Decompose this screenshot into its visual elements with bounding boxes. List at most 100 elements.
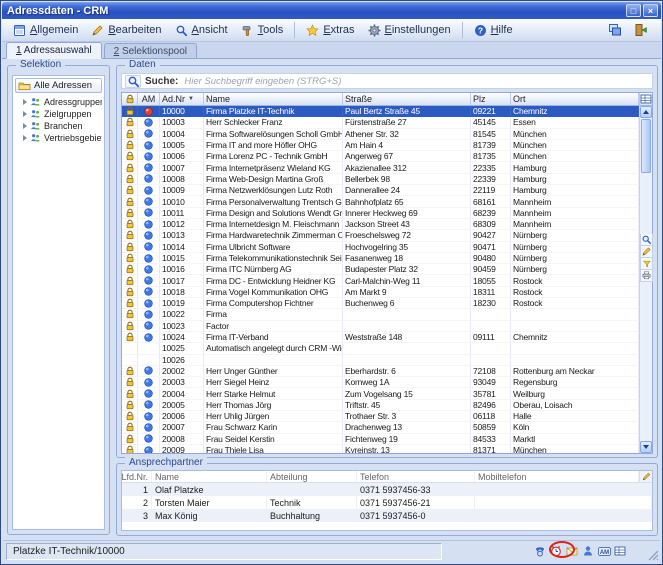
contact-row[interactable]: 2Torsten MaierTechnik0371 5937456-21 [122, 496, 652, 509]
address-row[interactable]: 10006Firma Lorenz PC - Technik GmbHAnger… [122, 151, 639, 162]
address-row[interactable]: 10007Firma Internetpräsenz Wieland KGAka… [122, 162, 639, 173]
exit-button[interactable] [632, 21, 650, 39]
contact-mobil-cell [475, 496, 652, 509]
address-row[interactable]: 10000Firma Platzke IT-TechnikPaul Bertz … [122, 106, 639, 117]
resize-grip[interactable] [647, 548, 659, 560]
column-header-am[interactable]: AM [138, 93, 160, 105]
maximize-button[interactable]: □ [626, 4, 641, 17]
address-row[interactable]: 10004Firma Softwarelösungen Scholl GmbHA… [122, 129, 639, 140]
lock-icon [125, 208, 135, 218]
contacts-column-header-nr[interactable]: Lfd.Nr. [122, 471, 152, 482]
address-row[interactable]: 10003Herr Schlecker FranzFürstenstraße 2… [122, 117, 639, 128]
address-row[interactable]: 10015Firma Telekommunikationstechnik Sei… [122, 253, 639, 264]
group-icon [30, 97, 41, 107]
menu-tools[interactable]: Tools [235, 22, 290, 39]
lock-icon [125, 129, 135, 139]
address-row[interactable]: 10011Firma Design and Solutions Wendt Gm… [122, 208, 639, 219]
address-row[interactable]: 10010Firma Personalverwaltung Trentsch G… [122, 196, 639, 207]
close-button[interactable]: × [643, 4, 658, 17]
grid-tool-funnel-button[interactable] [640, 258, 653, 270]
ort-cell: Hamburg [511, 185, 639, 195]
status-phone-button[interactable] [533, 544, 547, 558]
address-row[interactable]: 20008Frau Seidel KerstinFichtenweg 19845… [122, 434, 639, 445]
table-icon [614, 545, 626, 557]
grid-tool-printer-button[interactable] [640, 270, 653, 282]
address-row[interactable]: 10012Firma Internetdesign M. Fleischmann… [122, 219, 639, 230]
selektion-panel: Selektion Alle Adressen AdressgruppenZie… [7, 65, 110, 535]
address-row[interactable]: 10018Firma Vogel Kommunikation OHGAm Mar… [122, 287, 639, 298]
address-row[interactable]: 10016Firma ITC Nürnberg AGBudapester Pla… [122, 264, 639, 275]
ort-cell: Marktl [511, 434, 639, 444]
contact-row[interactable]: 1Olaf Platzke0371 5937456-33 [122, 483, 652, 496]
menu-ansicht[interactable]: Ansicht [169, 22, 234, 39]
windows-button[interactable] [606, 21, 624, 39]
column-header-adnr[interactable]: Ad.Nr▼ [160, 93, 204, 105]
statusbar: Platzke IT-Technik/10000 AM [3, 540, 660, 561]
address-row[interactable]: 20005Herr Thomas JörgTriftstr. 4582496Ob… [122, 400, 639, 411]
contacts-column-header-mobil[interactable]: Mobiltelefon [475, 471, 639, 482]
grid-tool-pencil-button[interactable] [640, 246, 653, 258]
scroll-up-button[interactable] [640, 106, 652, 118]
address-row[interactable]: 10013Firma Hardwaretechnik Zimmerman OHG… [122, 230, 639, 241]
search-button[interactable] [125, 75, 141, 88]
status-table-button[interactable] [613, 544, 627, 558]
column-header-plz[interactable]: Plz [471, 93, 511, 105]
address-row[interactable]: 10005Firma IT and more Höfler OHGAm Hain… [122, 140, 639, 151]
tree-item-adressgruppen[interactable]: Adressgruppen [15, 96, 102, 108]
am-cell [138, 242, 160, 252]
menu-bearbeiten[interactable]: Bearbeiten [85, 22, 167, 39]
column-header-name[interactable]: Name [204, 93, 343, 105]
address-row[interactable]: 10023Factor [122, 321, 639, 332]
contacts-column-header-telefon[interactable]: Telefon [357, 471, 475, 482]
column-header-lock[interactable] [122, 93, 138, 105]
address-row[interactable]: 10008Firma Web-Design Martina GroßBeller… [122, 174, 639, 185]
lock-icon [125, 422, 135, 432]
am-cell [138, 264, 160, 274]
address-row[interactable]: 10017Firma DC - Entwicklung Heidner KGCa… [122, 275, 639, 286]
titlebar[interactable]: Adressdaten - CRM □ × [2, 2, 661, 19]
column-header-strasse[interactable]: Straße [343, 93, 471, 105]
address-row[interactable]: 20003Herr Siegel HeinzKornweg 1A93049Reg… [122, 377, 639, 388]
address-row[interactable]: 10009Firma Netzwerklösungen Lutz RothDan… [122, 185, 639, 196]
tree-root-alle-adressen[interactable]: Alle Adressen [15, 78, 102, 93]
address-row[interactable]: 20006Herr Uhlig JürgenTrothaer Str. 3061… [122, 411, 639, 422]
address-row[interactable]: 10026 [122, 355, 639, 366]
address-row[interactable]: 10025Automatisch angelegt durch CRM -Wie… [122, 343, 639, 354]
selektion-tree-items: AdressgruppenZielgruppenBranchenVertrieb… [15, 96, 102, 144]
edit-contact-button[interactable] [639, 471, 652, 483]
strasse-cell: Jackson Street 43 [343, 219, 471, 229]
status-am-badge-button[interactable]: AM [597, 544, 611, 558]
am-cell [138, 185, 160, 195]
address-row[interactable]: 20002Herr Unger GüntherEberhardstr. 6721… [122, 366, 639, 377]
tree-item-zielgruppen[interactable]: Zielgruppen [15, 108, 102, 120]
status-database-button[interactable] [629, 544, 643, 558]
address-row[interactable]: 10024Firma IT-VerbandWeststraße 14809111… [122, 332, 639, 343]
contacts-column-header-abteilung[interactable]: Abteilung [267, 471, 357, 482]
status-user-button[interactable] [581, 544, 595, 558]
tab-2-selektionspool[interactable]: 2 Selektionspool [104, 43, 197, 58]
tab-1-adressauswahl[interactable]: 1 Adressauswahl [6, 42, 102, 59]
menu-hilfe[interactable]: ?Hilfe [468, 22, 519, 39]
menu-extras[interactable]: Extras [300, 22, 360, 39]
address-row[interactable]: 10022Firma [122, 309, 639, 320]
tree-item-branchen[interactable]: Branchen [15, 120, 102, 132]
search-input[interactable] [182, 75, 649, 88]
address-row[interactable]: 10019Firma Computershop FichtnerBuchenwe… [122, 298, 639, 309]
tree-root-label: Alle Adressen [34, 80, 92, 91]
tree-item-vertriebsgebiete[interactable]: Vertriebsgebiete [15, 132, 102, 144]
menu-einstellungen[interactable]: Einstellungen [362, 22, 457, 39]
address-row[interactable]: 20007Frau Schwarz KarinDrachenweg 135085… [122, 422, 639, 433]
column-options-button[interactable] [639, 93, 652, 106]
status-alarm-clock-button[interactable] [549, 544, 563, 558]
menu-allgemein[interactable]: Allgemein [7, 22, 84, 39]
contact-row[interactable]: 3Max KönigBuchhaltung0371 5937456-0 [122, 509, 652, 522]
scroll-thumb[interactable] [641, 119, 651, 173]
contacts-column-header-name[interactable]: Name [152, 471, 267, 482]
address-row[interactable]: 10014Firma Ulbricht SoftwareHochvogelrin… [122, 242, 639, 253]
column-header-ort[interactable]: Ort [511, 93, 639, 105]
address-row[interactable]: 20004Herr Starke HelmutZum Vogelsang 153… [122, 388, 639, 399]
scroll-down-button[interactable] [640, 441, 652, 453]
grid-tool-magnifier-button[interactable] [640, 234, 653, 246]
address-row[interactable]: 20009Frau Thiele LisaKyreinstr. 1381371M… [122, 445, 639, 453]
status-envelope-button[interactable] [565, 544, 579, 558]
